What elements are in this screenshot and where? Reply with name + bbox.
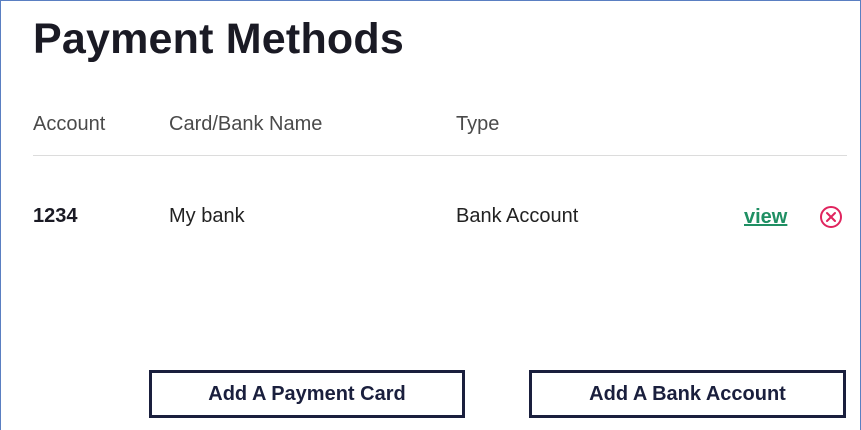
table-row: 1234 My bank Bank Account view bbox=[33, 205, 847, 231]
page-title: Payment Methods bbox=[33, 15, 404, 63]
add-bank-account-button[interactable]: Add A Bank Account bbox=[529, 370, 846, 418]
close-circle-icon[interactable] bbox=[819, 205, 843, 229]
payment-type: Bank Account bbox=[456, 205, 579, 227]
column-header-account: Account bbox=[33, 113, 106, 135]
bank-name: My bank bbox=[169, 205, 245, 227]
header-divider bbox=[33, 155, 847, 156]
payment-methods-panel: Payment Methods Account Card/Bank Name T… bbox=[0, 0, 861, 430]
add-payment-card-button[interactable]: Add A Payment Card bbox=[149, 370, 465, 418]
view-link[interactable]: view bbox=[744, 206, 787, 229]
account-number: 1234 bbox=[33, 205, 78, 227]
table-header: Account Card/Bank Name Type bbox=[33, 113, 847, 137]
column-header-name: Card/Bank Name bbox=[169, 113, 323, 135]
column-header-type: Type bbox=[456, 113, 500, 135]
